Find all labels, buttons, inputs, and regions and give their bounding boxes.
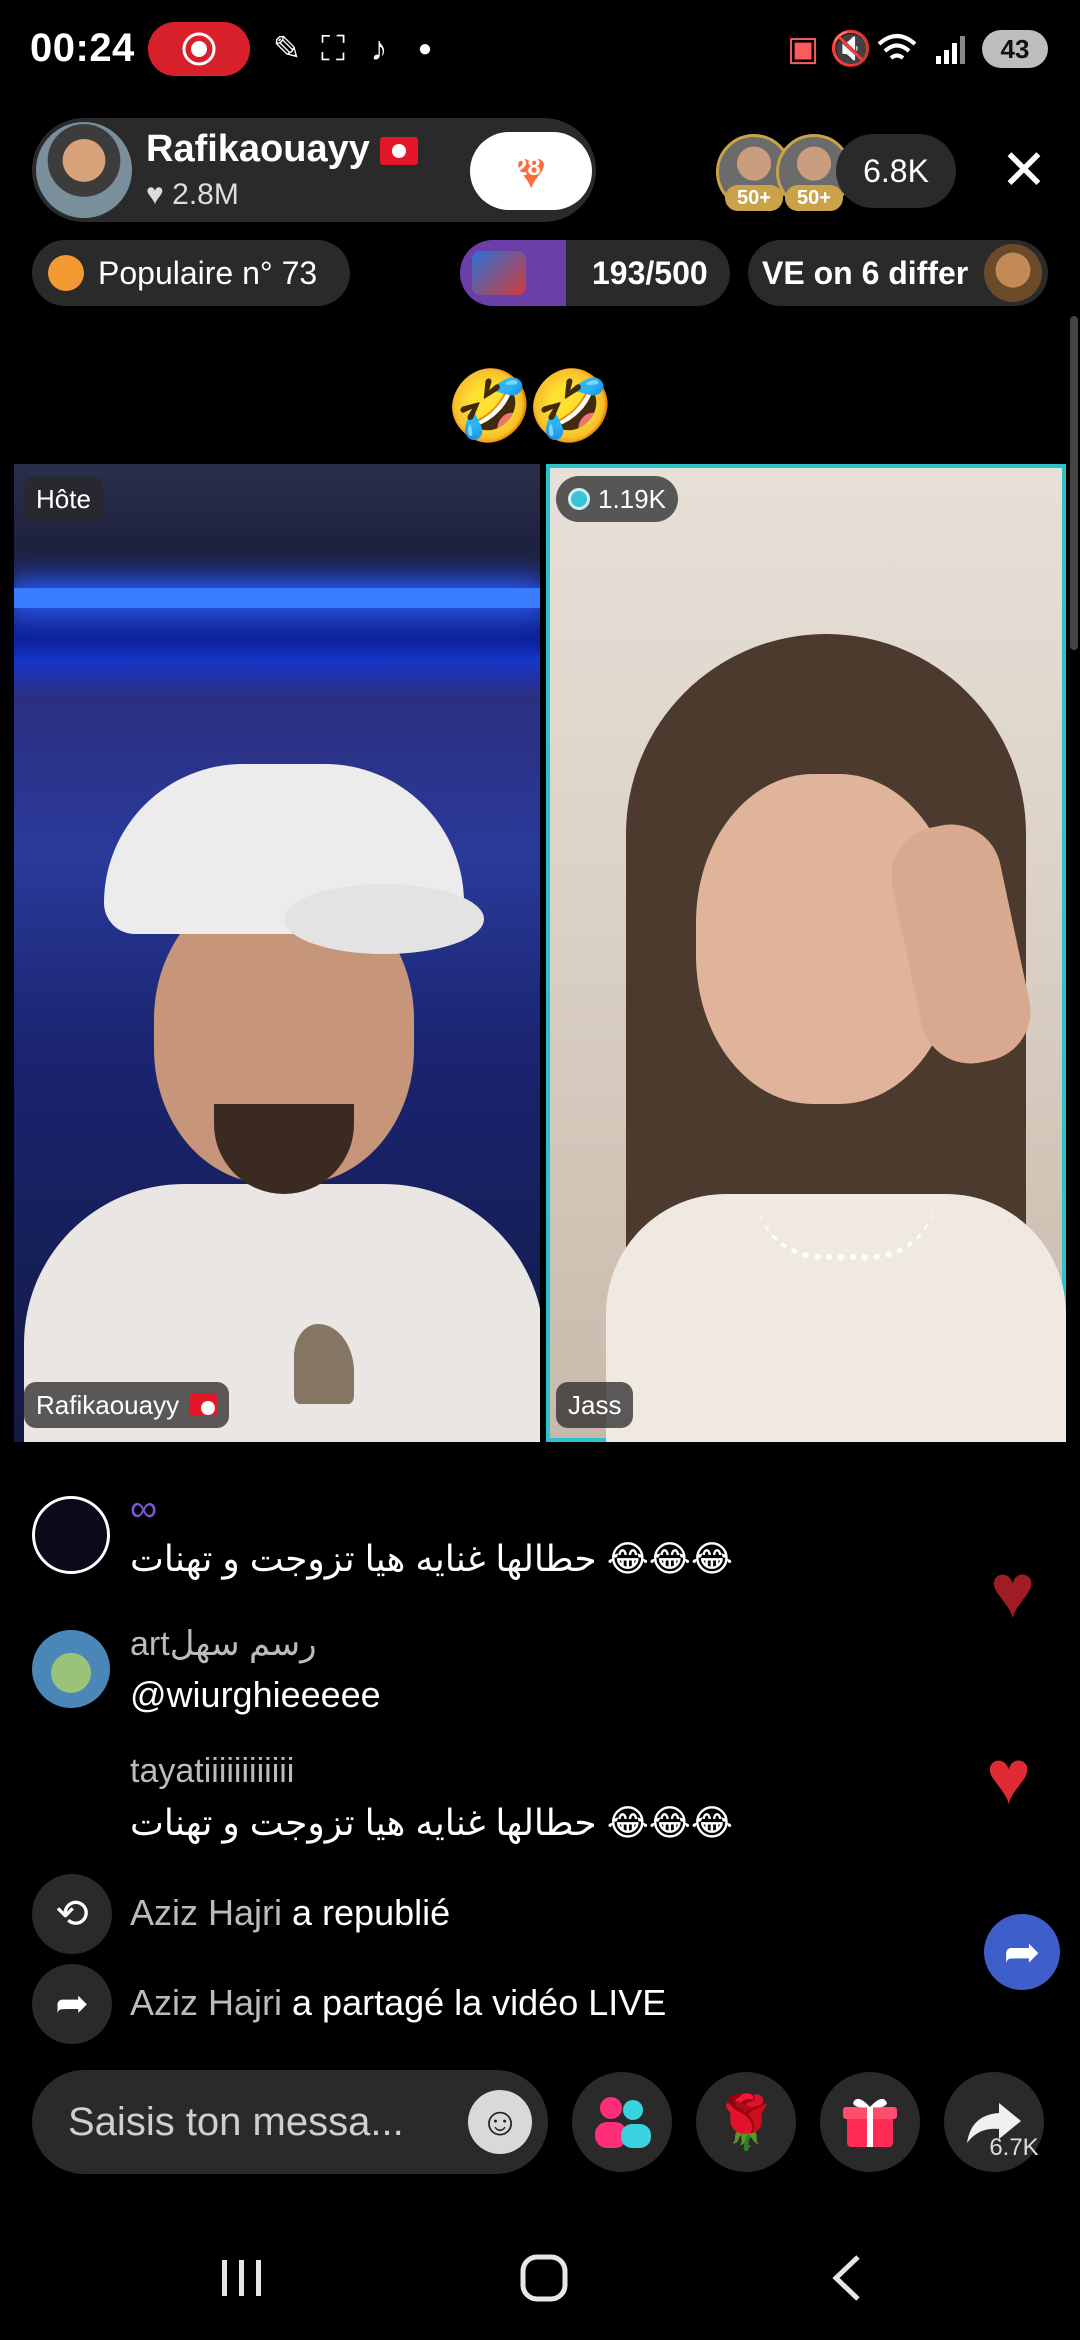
guest-video-tile[interactable]: 1.19K Jass: [546, 464, 1066, 1442]
screen-record-icon[interactable]: [148, 22, 250, 76]
host-video-tile[interactable]: Hôte Rafikaouayy: [14, 464, 540, 1442]
cast-icon: ▣: [786, 30, 820, 68]
back-icon[interactable]: [806, 2238, 886, 2318]
neon-light: [14, 588, 540, 608]
status-bar: 00:24 ✎ ⛶ ♪ ● ▣ 🔇 43: [0, 0, 1080, 100]
rose-icon: 🌹: [713, 2093, 779, 2152]
viewer-count[interactable]: 6.8K: [836, 134, 956, 208]
emoji-reaction: 🤣🤣: [446, 367, 614, 445]
comment-text: حطالها غنايه هيا تزوجت و تهنات 😂😂😂: [130, 1802, 733, 1843]
guest-name-tag[interactable]: Jass: [556, 1382, 634, 1428]
floating-heart-icon: ♥: [990, 1549, 1036, 1634]
commenter-avatar[interactable]: [32, 1630, 110, 1708]
share-count: 6.7K: [989, 2134, 1039, 2161]
floating-share-icon[interactable]: ➦: [984, 1914, 1060, 1990]
system-message-share[interactable]: Aziz Hajri a partagé la vidéo LIVE: [130, 1982, 666, 2024]
system-message-repost[interactable]: Aziz Hajri a republié: [130, 1892, 450, 1934]
guest-score: 1.19K: [598, 483, 666, 514]
rose-gift-button[interactable]: 🌹: [696, 2072, 796, 2172]
ve-chip[interactable]: VE on 6 differ: [748, 240, 1048, 306]
emoji-icon[interactable]: ☺: [468, 2090, 532, 2154]
host-name-row[interactable]: Rafikaouayy: [146, 128, 418, 171]
system-user[interactable]: Aziz Hajri: [130, 1892, 282, 1933]
comment-text: حطالها غنايه هيا تزوجت و تهنات 😂😂😂: [130, 1538, 733, 1579]
floating-heart-icon: ♥: [986, 1735, 1032, 1820]
mute-icon: 🔇: [829, 30, 873, 68]
gift-button[interactable]: [820, 2072, 920, 2172]
host-name-tag[interactable]: Rafikaouayy: [24, 1382, 230, 1428]
cat-avatar-icon: [984, 244, 1042, 302]
popular-rank-label: Populaire n° 73: [98, 254, 318, 291]
host-figure: [24, 764, 540, 1442]
commenter-avatar[interactable]: [32, 1496, 110, 1574]
host-tag: Hôte: [24, 476, 103, 522]
host-tile-name: Rafikaouayy: [36, 1389, 180, 1420]
share-arrow-icon: ➦: [32, 1964, 112, 2044]
system-action: a partagé la vidéo LIVE: [282, 1982, 667, 2023]
comment-input-placeholder[interactable]: Saisis ton messa...: [68, 2100, 404, 2145]
ve-label: VE on 6 differ: [762, 254, 969, 291]
goal-progress-label: 193/500: [592, 254, 708, 291]
dot-icon: ●: [417, 35, 433, 62]
gift-icon: [843, 2098, 897, 2147]
popular-heart-icon: [48, 255, 84, 291]
signal-icon: [930, 28, 972, 70]
edit-icon: ✎: [272, 30, 302, 68]
home-icon[interactable]: [504, 2238, 584, 2318]
system-action: a republié: [282, 1892, 451, 1933]
multi-guest-button[interactable]: [572, 2072, 672, 2172]
commenter-name[interactable]: ∞: [130, 1488, 157, 1531]
gift-goal-chip[interactable]: 193/500: [460, 240, 730, 306]
guest-figure: [606, 634, 1066, 1442]
repost-icon: ⟲: [32, 1874, 112, 1954]
viewer-badge: 50+: [785, 185, 843, 211]
scrollbar[interactable]: [1070, 316, 1078, 650]
host-likes-row: ♥ 2.8M: [146, 178, 239, 212]
recent-apps-icon[interactable]: [202, 2238, 282, 2318]
host-likes: 2.8M: [172, 178, 239, 211]
tunisia-flag-icon: [189, 1394, 218, 1416]
wifi-icon: [876, 28, 918, 70]
commenter-name[interactable]: tayatiiiiiiiiiiii: [130, 1752, 294, 1791]
comment-text: @wiurghieeeee: [130, 1674, 381, 1715]
status-time: 00:24: [30, 26, 135, 70]
host-avatar[interactable]: [36, 122, 132, 218]
commenter-name[interactable]: artرسم سهل: [130, 1624, 317, 1664]
heart-icon: ♥: [146, 178, 164, 211]
viewer-badge: 50+: [725, 185, 783, 211]
guest-score-tag[interactable]: 1.19K: [556, 476, 678, 522]
tunisia-flag-icon: [379, 136, 418, 165]
tiktok-icon: ♪: [370, 29, 388, 68]
popular-rank-chip[interactable]: Populaire n° 73: [32, 240, 350, 306]
goal-badge-icon: [472, 251, 526, 295]
host-name: Rafikaouayy: [146, 128, 370, 170]
score-dot-icon: [568, 488, 590, 510]
screenshot-icon: ⛶: [321, 29, 345, 68]
heart-count: 28: [514, 154, 541, 181]
system-user[interactable]: Aziz Hajri: [130, 1982, 282, 2023]
follow-heart-button[interactable]: ♥ 28: [470, 132, 592, 210]
close-icon[interactable]: ✕: [994, 140, 1054, 200]
multi-guest-icon: [595, 2097, 651, 2148]
battery-indicator: 43: [982, 30, 1048, 68]
